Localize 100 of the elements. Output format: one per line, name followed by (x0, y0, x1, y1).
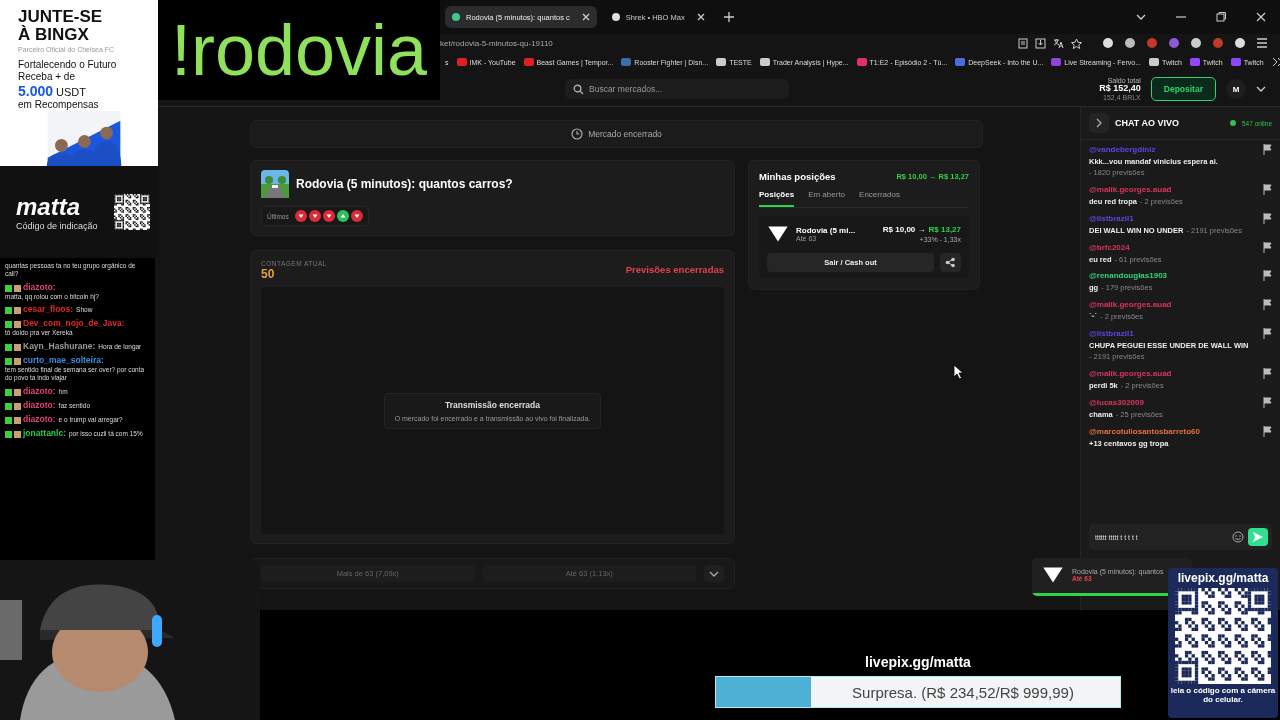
search-field[interactable]: Buscar mercados... (565, 79, 789, 99)
ad-headline: JUNTE-SE À BINGX (18, 8, 104, 44)
bookmark-favicon-icon (955, 57, 966, 67)
search-icon (573, 84, 584, 95)
extension-icon[interactable] (1102, 37, 1114, 49)
bookmark-favicon-icon (1189, 57, 1200, 67)
bookmark-favicon-icon (759, 57, 770, 67)
chat-username[interactable]: @malik.georges.auad (1089, 368, 1172, 378)
clock-icon (571, 128, 584, 140)
ad-text: Receba + de (18, 70, 76, 83)
chat-username[interactable]: @brfc2024 (1089, 242, 1130, 252)
chat-username[interactable]: diazoto: (23, 399, 56, 410)
flag-icon[interactable] (1263, 212, 1272, 224)
online-dot-icon (1230, 120, 1236, 126)
translate-icon[interactable] (1053, 37, 1064, 49)
close-icon[interactable] (695, 12, 706, 22)
chat-username[interactable]: Dev_com_nojo_de_Java: (23, 318, 125, 329)
extension-icon[interactable] (1124, 37, 1136, 49)
chat-username[interactable]: @malik.georges.auad (1089, 184, 1172, 194)
positions-tab[interactable]: Posições (759, 190, 795, 207)
chat-username[interactable]: @lucas302009 (1089, 397, 1144, 407)
qr-code-icon (1175, 588, 1271, 684)
download-icon[interactable] (1035, 37, 1046, 49)
positions-tab[interactable]: Encerrados (859, 190, 900, 207)
bookmark-favicon-icon (716, 57, 727, 67)
deposit-button[interactable]: Depositar (1150, 77, 1216, 101)
avatar[interactable]: M (1226, 79, 1246, 99)
referral-label: Código de indicação (16, 220, 98, 231)
ad-text: Fortalecendo o Futuro (18, 58, 118, 71)
send-icon (1252, 531, 1264, 543)
share-button[interactable] (940, 253, 961, 272)
close-icon[interactable] (1256, 12, 1266, 22)
chat-username[interactable]: diazoto: (23, 413, 56, 424)
flag-icon[interactable] (1263, 183, 1272, 195)
flag-icon[interactable] (1263, 396, 1272, 408)
bookmark-favicon-icon (856, 57, 867, 67)
flag-icon[interactable] (1263, 144, 1272, 155)
bookmark-favicon-icon (1051, 57, 1062, 67)
qr-caption: leia o código com a câmera do celular. (1169, 687, 1277, 705)
extension-icon[interactable] (1190, 37, 1202, 49)
chat-username[interactable]: diazoto: (23, 385, 56, 396)
flag-icon[interactable] (1263, 328, 1272, 340)
caret-icon[interactable] (1256, 85, 1266, 93)
chat-username[interactable]: @marcotuliosantosbarreto60 (1089, 426, 1200, 436)
chat-badge-icon (5, 402, 21, 410)
expand-button[interactable] (704, 565, 724, 582)
positions-tab[interactable]: Em aberto (808, 190, 846, 207)
new-tab-icon[interactable] (723, 12, 734, 22)
caret-icon (709, 569, 719, 578)
star-icon[interactable] (1071, 37, 1082, 49)
bookmark-favicon-icon (456, 57, 467, 67)
position-value: R$ 13,27 (928, 225, 961, 234)
ad-text: em Recompensas (18, 98, 100, 111)
qr-code-icon (114, 193, 150, 230)
extension-icon[interactable] (1234, 37, 1246, 49)
chat-username[interactable]: diazoto: (23, 281, 56, 292)
restore-icon[interactable] (1216, 12, 1226, 22)
referral-code: matta (16, 192, 82, 221)
reader-icon[interactable] (1018, 37, 1028, 49)
caret-icon[interactable] (1136, 13, 1146, 21)
share-icon (945, 257, 956, 268)
flag-icon[interactable] (1263, 270, 1272, 282)
collapse-button[interactable] (1089, 113, 1109, 133)
count-value: 50 (261, 267, 276, 281)
position-amount: R$ 10,00 → (882, 225, 926, 234)
command-overlay: !rodovia (158, 0, 440, 100)
bookmark-favicon-icon (621, 57, 632, 67)
chat-username[interactable]: curto_mae_solteira: (23, 354, 104, 365)
send-button[interactable] (1248, 528, 1268, 546)
flag-icon[interactable] (1263, 425, 1272, 437)
chevrons-icon[interactable] (1271, 57, 1280, 67)
chat-username[interactable]: jonattanlc: (23, 428, 66, 438)
stream-ended-title: Transmissão encerrada (444, 399, 541, 410)
close-icon[interactable] (580, 12, 591, 22)
flag-icon[interactable] (1263, 367, 1272, 379)
menu-icon[interactable] (1256, 37, 1268, 49)
emoji-icon[interactable] (1232, 531, 1244, 543)
cursor-icon (953, 364, 964, 380)
bookmark-favicon-icon (523, 57, 534, 67)
chat-badge-icon (5, 416, 21, 424)
ad-currency: USDT (56, 85, 86, 98)
chat-username[interactable]: @renandouglas1903 (1089, 271, 1168, 281)
status-text: Mercado encerrado (588, 129, 662, 139)
chat-badge-icon (5, 388, 21, 396)
flag-icon[interactable] (1263, 241, 1272, 253)
chat-badge-icon (5, 430, 21, 438)
chat-username[interactable]: @malik.georges.auad (1089, 300, 1172, 310)
flag-icon[interactable] (1263, 299, 1272, 311)
chat-username[interactable]: Kayn_Hashurane: (23, 340, 96, 351)
qr-url: livepix.gg/matta (1177, 571, 1269, 585)
chat-username[interactable]: cesar_floos: (23, 304, 74, 315)
balance-amount: R$ 152,40 (1099, 84, 1141, 94)
positions-title: Minhas posições (759, 171, 836, 182)
chat-title: CHAT AO VIVO (1115, 118, 1179, 128)
goal-label: Surpresa. (R$ 234,52/R$ 999,99) (851, 683, 1074, 701)
bookmark-favicon-icon (1230, 57, 1241, 67)
chat-badge-icon (5, 357, 21, 365)
position-market: Rodovia (5 mi... (796, 226, 857, 235)
ad-amount: 5.000 (18, 82, 54, 99)
chat-badge-icon (5, 284, 21, 292)
